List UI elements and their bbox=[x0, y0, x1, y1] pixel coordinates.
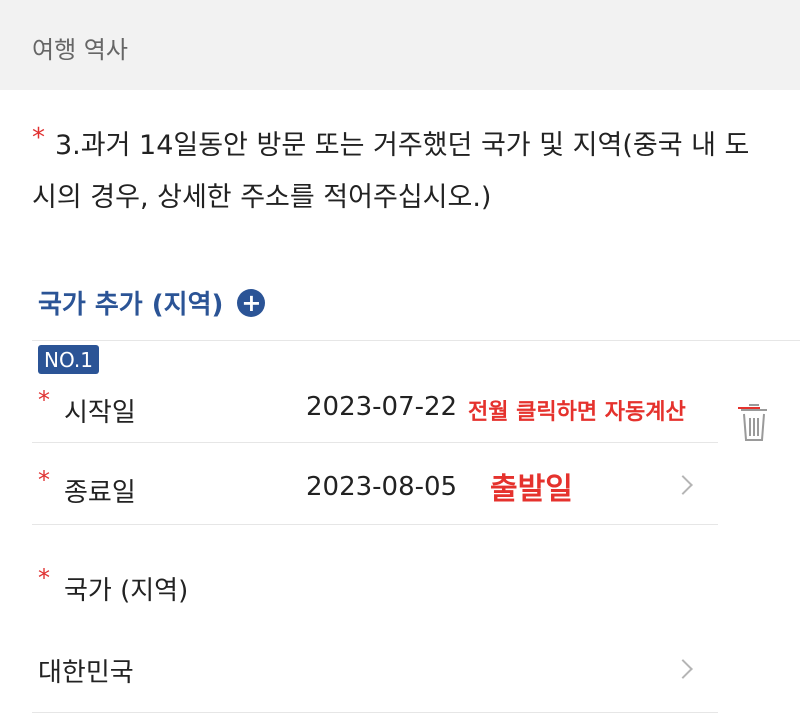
start-date-field[interactable]: 2023-07-22 bbox=[306, 392, 457, 422]
end-date-annotation: 출발일 bbox=[490, 472, 573, 507]
end-date-label-group: * 종료일 bbox=[38, 466, 136, 509]
start-date-label-group: * 시작일 bbox=[38, 386, 136, 429]
question-text: 3.과거 14일동안 방문 또는 거주했던 국가 및 지역(중국 내 도시의 경… bbox=[32, 130, 750, 213]
row-divider bbox=[32, 524, 718, 525]
country-field[interactable]: 대한민국 bbox=[38, 652, 134, 689]
section-title: 여행 역사 bbox=[32, 36, 128, 64]
travel-history-page: 여행 역사 * 3.과거 14일동안 방문 또는 거주했던 국가 및 지역(중국 … bbox=[0, 0, 800, 721]
start-date-annotation: 전월 클릭하면 자동계산 bbox=[468, 400, 686, 425]
question-text-block: * 3.과거 14일동안 방문 또는 거주했던 국가 및 지역(중국 내 도시의 … bbox=[32, 120, 772, 223]
entry-number-badge: NO.1 bbox=[38, 345, 99, 374]
end-date-label: 종료일 bbox=[64, 478, 136, 508]
row-divider bbox=[32, 712, 718, 713]
required-star: * bbox=[38, 564, 50, 592]
divider bbox=[32, 340, 800, 341]
plus-circle-icon[interactable]: + bbox=[237, 288, 266, 317]
trash-icon[interactable] bbox=[738, 400, 770, 444]
country-label-group: * 국가 (지역) bbox=[38, 564, 189, 607]
section-header: 여행 역사 bbox=[0, 0, 800, 90]
chevron-right-icon[interactable] bbox=[673, 659, 693, 679]
country-label: 국가 (지역) bbox=[64, 576, 189, 606]
required-star: * bbox=[38, 466, 50, 494]
required-star: * bbox=[32, 123, 45, 153]
required-star: * bbox=[38, 386, 50, 414]
row-divider bbox=[32, 442, 718, 443]
start-date-label: 시작일 bbox=[64, 398, 136, 428]
end-date-field[interactable]: 2023-08-05 bbox=[306, 472, 457, 502]
add-country-button[interactable]: 국가 추가 (지역) + bbox=[38, 284, 266, 321]
add-country-label: 국가 추가 (지역) bbox=[38, 290, 224, 320]
chevron-right-icon[interactable] bbox=[673, 475, 693, 495]
